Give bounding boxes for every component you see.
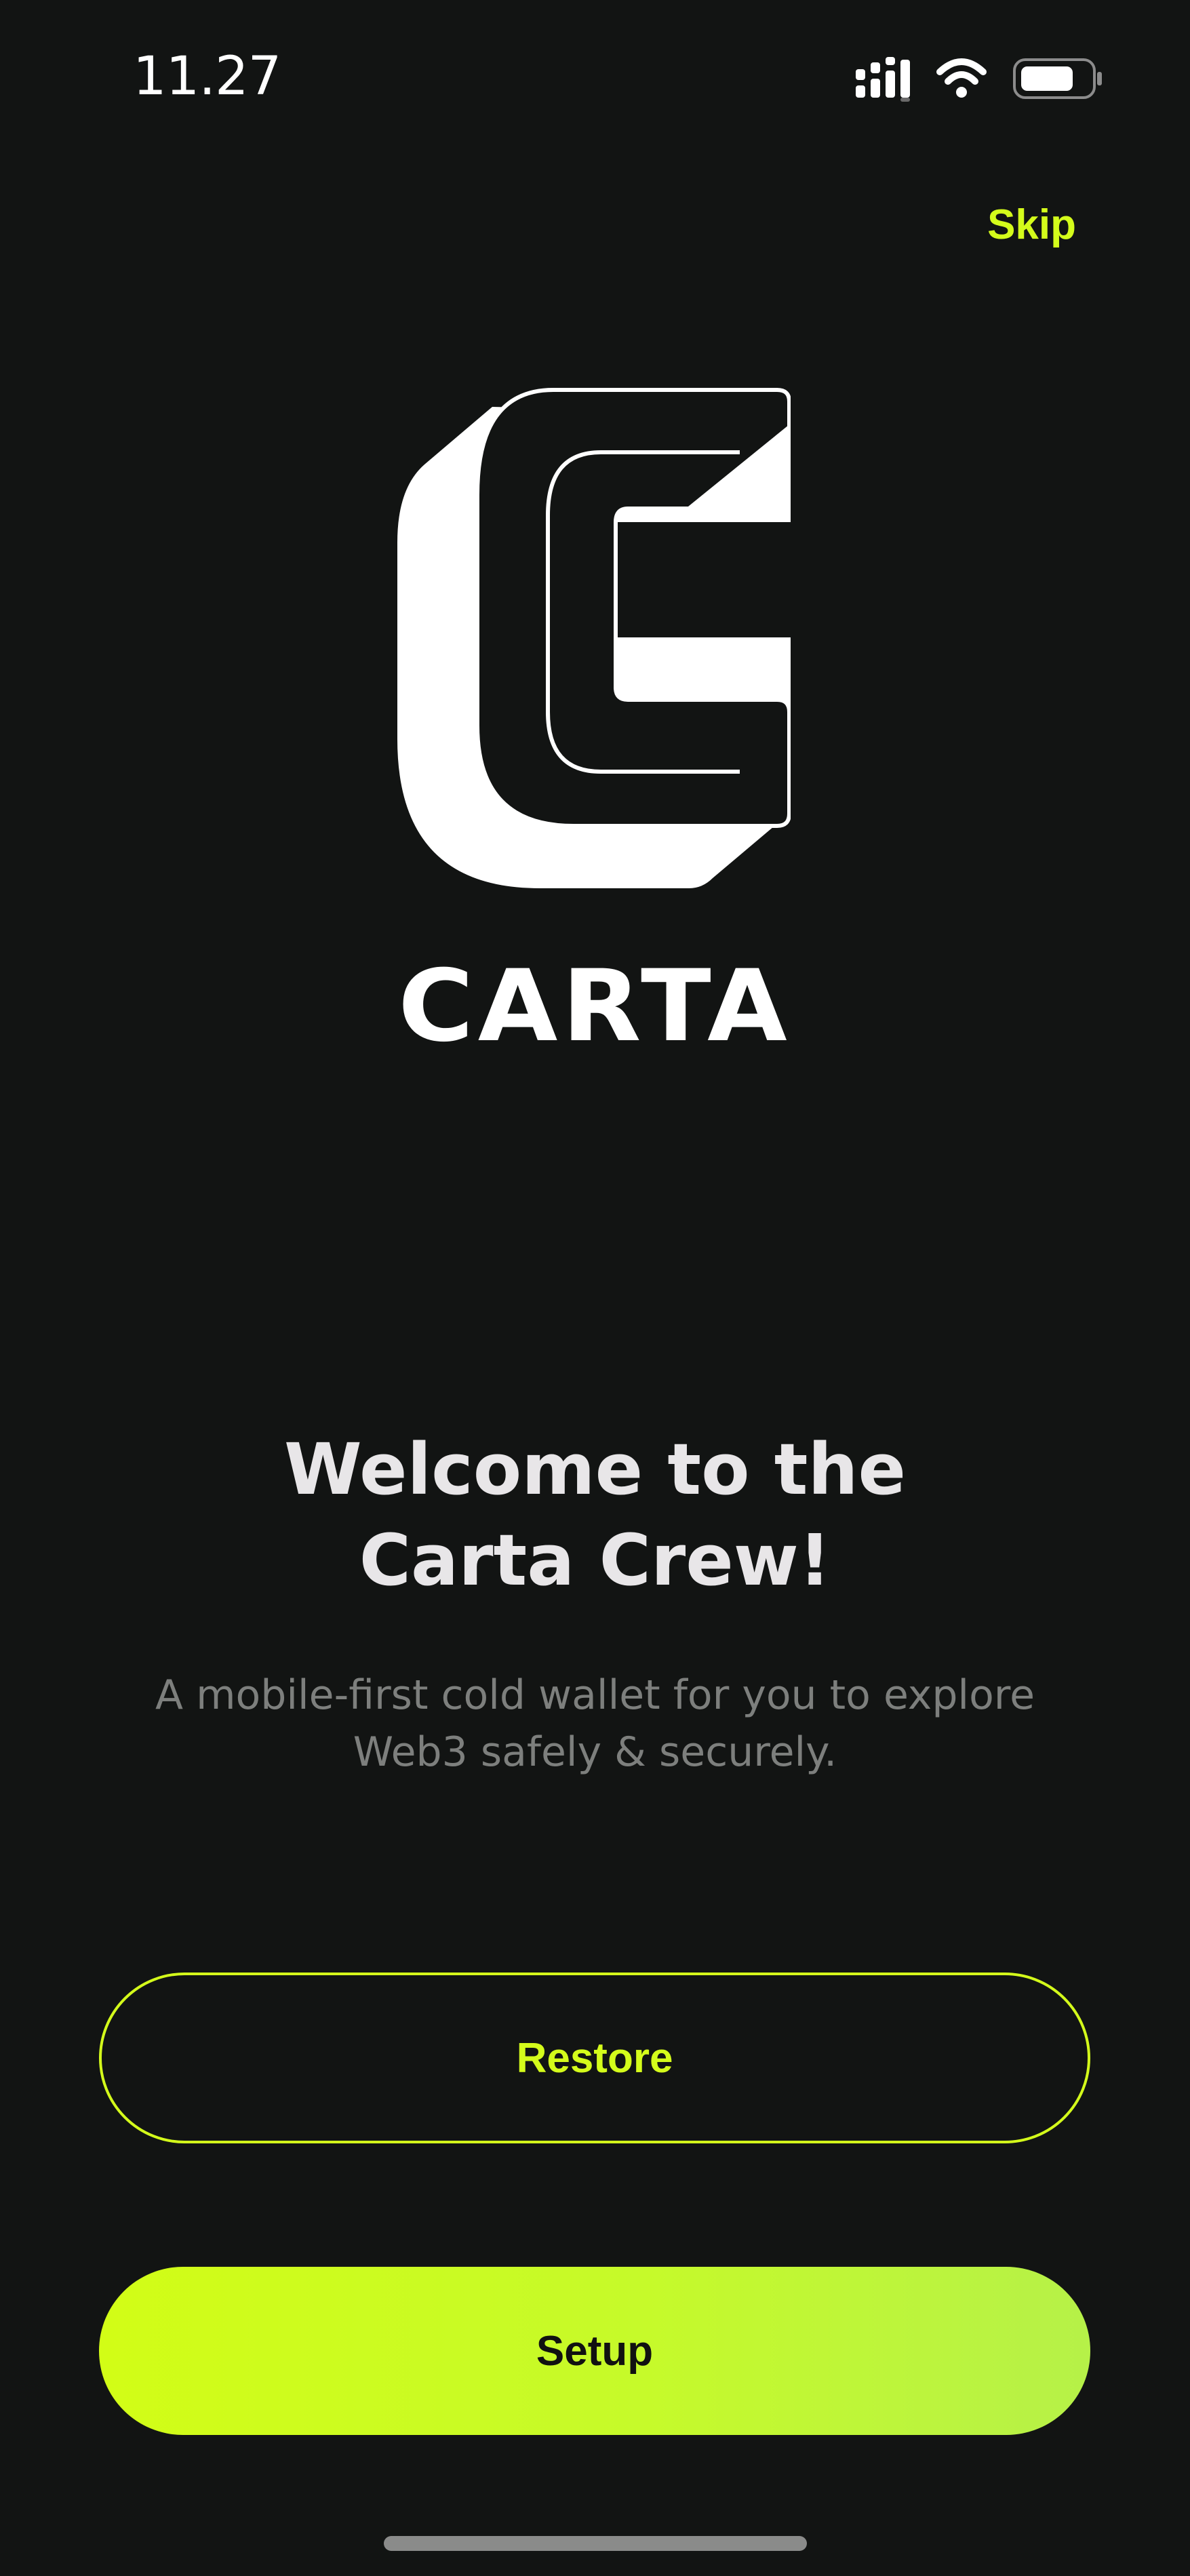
setup-button-label: Setup (536, 2327, 654, 2375)
welcome-title: Welcome to the Carta Crew! (0, 1424, 1190, 1606)
welcome-title-line-2: Carta Crew! (359, 1519, 831, 1602)
welcome-subtitle: A mobile-first cold wallet for you to ex… (0, 1667, 1190, 1781)
carta-logo-icon (397, 388, 791, 888)
restore-button-label: Restore (516, 2034, 673, 2082)
home-indicator[interactable] (384, 2536, 807, 2551)
cellular-signal-icon (856, 57, 910, 102)
wordmark-text: CARTA (398, 956, 791, 1048)
status-bar-time: 11.27 (133, 46, 281, 107)
wifi-icon (936, 58, 987, 98)
battery-icon (1013, 58, 1102, 99)
carta-wordmark: CARTA (398, 956, 791, 1048)
welcome-subtitle-line-1: A mobile-first cold wallet for you to ex… (155, 1671, 1035, 1719)
skip-link[interactable]: Skip (987, 201, 1076, 249)
status-bar-icons (856, 57, 1102, 102)
restore-button[interactable]: Restore (99, 1973, 1090, 2143)
setup-button[interactable]: Setup (99, 2267, 1090, 2435)
welcome-subtitle-line-2: Web3 safely & securely. (353, 1728, 837, 1776)
welcome-title-line-1: Welcome to the (283, 1428, 907, 1511)
